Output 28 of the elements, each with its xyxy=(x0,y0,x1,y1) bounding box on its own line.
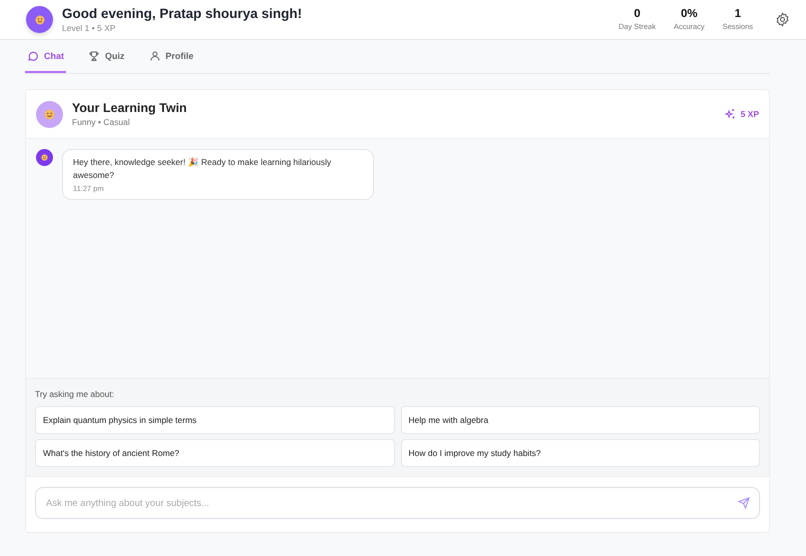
tab[interactable]: Chat xyxy=(25,40,66,73)
stat-value: 0% xyxy=(680,8,698,20)
message-text: Hey there, knowledge seeker! 🎉 Ready to make learning hilariously awesome? xyxy=(73,156,332,182)
suggestion-button[interactable]: How do I improve my study habits? xyxy=(400,439,760,467)
send-icon xyxy=(738,497,750,509)
tab[interactable]: Quiz xyxy=(86,40,126,73)
level-text: Level 1 • 5 XP xyxy=(62,23,117,33)
suggestion-button[interactable]: What's the history of ancient Rome? xyxy=(35,439,394,467)
person-icon xyxy=(148,50,160,62)
stat-value: 1 xyxy=(734,8,741,20)
chat-bubble-icon xyxy=(27,50,39,62)
message-input[interactable]: Ask me anything about your subjects... xyxy=(35,487,760,519)
stat-value: 0 xyxy=(634,8,640,20)
greeting-title: Good evening, Pratap shourya singh! xyxy=(62,6,304,21)
personality-text: Funny • Casual xyxy=(72,117,131,127)
suggestion-button[interactable]: Explain quantum physics in simple terms xyxy=(35,406,394,434)
xp-label: 5 XP xyxy=(740,109,759,119)
chat-title: Your Learning Twin xyxy=(72,101,188,115)
smiley-icon xyxy=(44,108,55,120)
sparkles-icon xyxy=(724,108,736,120)
suggestion-button[interactable]: Help me with algebra xyxy=(400,406,760,434)
tab[interactable]: Profile xyxy=(146,40,196,73)
smiley-icon xyxy=(41,154,48,161)
smiley-icon xyxy=(34,14,44,24)
send-button[interactable] xyxy=(738,497,750,509)
settings-icon[interactable] xyxy=(775,12,790,27)
trophy-icon xyxy=(88,50,100,62)
suggestions-heading: Try asking me about: xyxy=(35,389,116,399)
